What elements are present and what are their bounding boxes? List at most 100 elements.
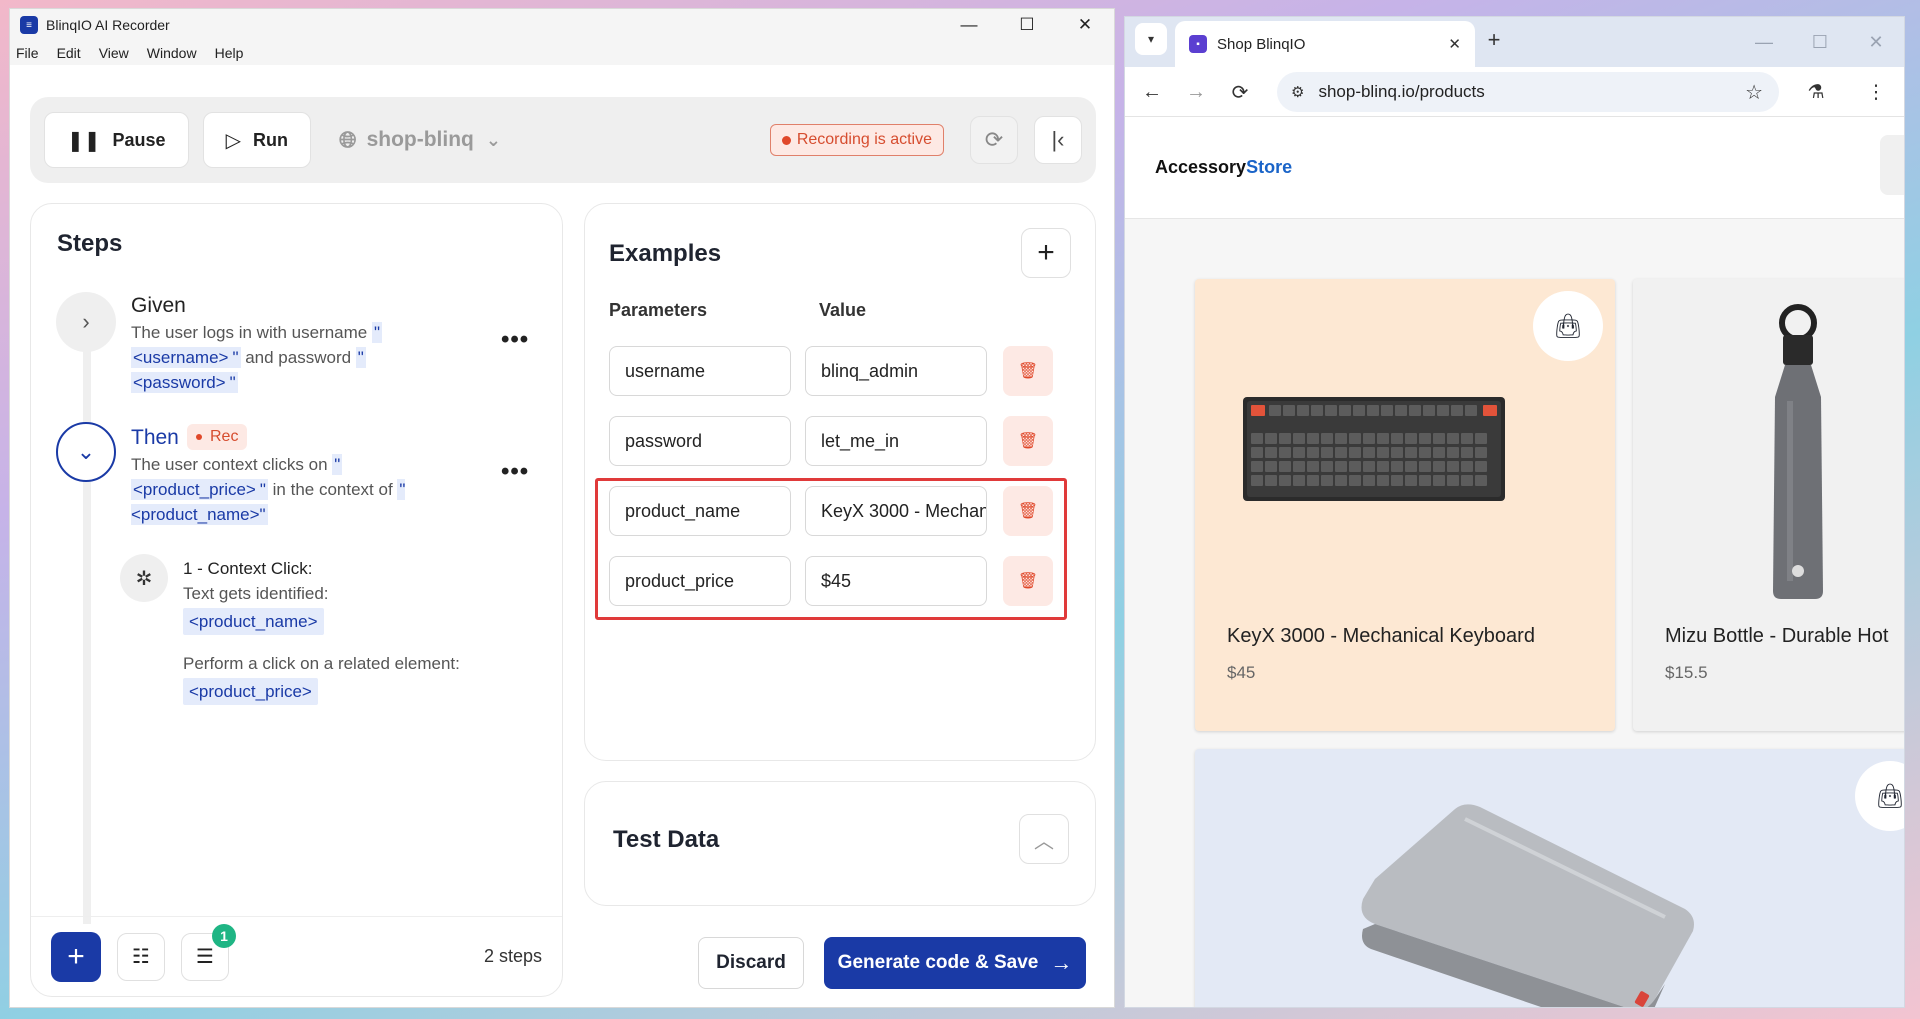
collapse-left-icon: |‹ (1051, 127, 1065, 152)
run-button[interactable]: ▷ Run (202, 112, 311, 168)
chevron-right-icon: › (82, 309, 90, 334)
test-data-panel: Test Data ︿ (584, 781, 1096, 906)
product-card[interactable]: Mizu Bottle - Durable Hot $15.5 (1633, 279, 1904, 731)
refresh-button[interactable]: ⟳ (970, 116, 1018, 164)
shopping-bag-icon: 👜︎ (1874, 782, 1905, 810)
url-text: shop-blinq.io/products (1318, 82, 1485, 101)
recording-dot-icon (781, 135, 791, 145)
menu-window[interactable]: Window (147, 45, 197, 61)
back-icon[interactable]: ← (1137, 77, 1167, 107)
maximize-button[interactable]: ☐ (998, 9, 1056, 41)
refresh-icon: ⟳ (984, 127, 1004, 152)
forward-icon[interactable]: → (1181, 77, 1211, 107)
site-info-icon[interactable]: ⚙ (1291, 83, 1304, 101)
pause-button[interactable]: ❚❚ Pause (44, 112, 189, 168)
browser-close-button[interactable]: ✕ (1848, 17, 1904, 67)
site-logo[interactable]: AccessoryStore (1155, 157, 1292, 178)
steps-footer: + ☷ ☰ 1 2 steps (31, 916, 562, 996)
parameter-field[interactable]: username (609, 346, 791, 396)
menu-file[interactable]: File (16, 45, 39, 61)
product-price[interactable]: $45 (1227, 663, 1255, 683)
recording-status-text: Recording is active (796, 131, 932, 148)
rec-badge: Rec (187, 424, 248, 450)
recording-status-badge: Recording is active (769, 124, 944, 156)
context-click-substep: 1 - Context Click: Text gets identified:… (183, 556, 463, 707)
labs-flask-icon[interactable]: ⚗ (1801, 77, 1831, 107)
value-field[interactable]: let_me_in (805, 416, 987, 466)
tab-search-button[interactable]: ▾ (1135, 23, 1167, 55)
web-page: AccessoryStore 👜︎ KeyX 3000 - Mechanical… (1125, 117, 1904, 1007)
given-expand-button[interactable]: › (56, 292, 116, 352)
minimize-button[interactable]: — (940, 9, 998, 41)
delete-row-button[interactable]: 🗑︎ (1003, 346, 1053, 396)
browser-window: ▾ ▪ Shop BlinqIO ✕ + — ☐ ✕ ← → ⟳ ⚙ shop-… (1124, 16, 1905, 1008)
tab-title: Shop BlinqIO (1217, 35, 1306, 53)
given-step-text[interactable]: The user logs in with username "<usernam… (131, 320, 421, 395)
environment-selector[interactable]: 🌐︎ shop-blinq ⌄ (339, 127, 501, 153)
menu-view[interactable]: View (99, 45, 129, 61)
add-to-cart-button[interactable]: 👜︎ (1533, 291, 1603, 361)
value-header: Value (819, 300, 867, 320)
browser-minimize-button[interactable]: — (1736, 17, 1792, 67)
pause-icon: ❚❚ (67, 129, 101, 152)
trash-icon: 🗑︎ (1017, 433, 1039, 450)
parameters-header: Parameters (609, 300, 708, 320)
plus-icon: + (1037, 236, 1055, 269)
arrow-right-icon: → (1050, 950, 1073, 975)
parameter-field[interactable]: password (609, 416, 791, 466)
rec-badge-label: Rec (210, 428, 239, 445)
recorder-toolbar: ❚❚ Pause ▷ Run 🌐︎ shop-blinq ⌄ Recording… (30, 97, 1096, 183)
chevron-down-icon: ▾ (1147, 32, 1155, 46)
step-list-button[interactable]: ☷ (117, 932, 165, 981)
discard-button[interactable]: Discard (698, 937, 804, 989)
recording-dot-icon (196, 434, 202, 440)
substep-line1: Text gets identified: (183, 584, 329, 603)
then-more-options-button[interactable]: ••• (501, 458, 529, 486)
site-header: AccessoryStore (1125, 117, 1904, 219)
test-data-toggle-button[interactable]: ︿ (1019, 814, 1069, 864)
product-card[interactable]: 👜︎ (1195, 749, 1905, 1007)
add-example-button[interactable]: + (1021, 228, 1071, 278)
step-tree-button[interactable]: ☰ 1 (181, 923, 236, 981)
product-card[interactable]: 👜︎ KeyX 3000 - Mechanical Keyboard $45 (1195, 279, 1615, 731)
product-name[interactable]: KeyX 3000 - Mechanical Keyboard (1227, 625, 1535, 648)
browser-menu-icon[interactable]: ⋮ (1861, 77, 1891, 107)
steps-heading: Steps (57, 230, 123, 257)
then-collapse-button[interactable]: ⌄ (56, 422, 116, 482)
keyboard-image (1243, 397, 1505, 501)
play-icon: ▷ (225, 129, 241, 152)
menu-edit[interactable]: Edit (57, 45, 81, 61)
power-bank-image (1361, 804, 1694, 1007)
add-to-cart-button[interactable]: 👜︎ (1855, 761, 1905, 831)
then-keyword: Then (131, 426, 179, 449)
browser-maximize-button[interactable]: ☐ (1792, 17, 1848, 67)
given-more-options-button[interactable]: ••• (501, 326, 529, 354)
recorder-window: ≡ BlinqIO AI Recorder — ☐ ✕ File Edit Vi… (9, 8, 1115, 1008)
substep-title: 1 - Context Click: (183, 559, 313, 578)
tab-close-icon[interactable]: ✕ (1448, 35, 1461, 53)
generate-label: Generate code & Save (837, 952, 1039, 973)
browser-tab[interactable]: ▪ Shop BlinqIO ✕ (1175, 21, 1475, 67)
new-tab-button[interactable]: + (1479, 25, 1509, 55)
then-step-text[interactable]: The user context clicks on "<product_pri… (131, 452, 421, 527)
url-input[interactable]: ⚙ shop-blinq.io/products ☆ (1277, 72, 1779, 112)
generate-code-save-button[interactable]: Generate code & Save → (824, 937, 1086, 989)
window-titlebar: ≡ BlinqIO AI Recorder — ☐ ✕ (10, 9, 1114, 41)
chevron-up-icon: ︿ (1034, 830, 1054, 853)
add-step-button[interactable]: + (51, 931, 101, 982)
tree-list-icon: ☰ (196, 946, 214, 968)
product-name[interactable]: Mizu Bottle - Durable Hot (1665, 625, 1888, 648)
value-field[interactable]: blinq_admin (805, 346, 987, 396)
test-data-heading: Test Data (613, 826, 720, 853)
delete-row-button[interactable]: 🗑︎ (1003, 416, 1053, 466)
address-bar: ← → ⟳ ⚙ shop-blinq.io/products ☆ ⚗ ⋮ (1125, 67, 1904, 117)
reload-icon[interactable]: ⟳ (1225, 77, 1255, 107)
window-title: BlinqIO AI Recorder (46, 17, 170, 33)
close-button[interactable]: ✕ (1056, 9, 1114, 41)
collapse-panel-button[interactable]: |‹ (1034, 116, 1082, 164)
example-row: username blinq_admin 🗑︎ (609, 346, 1073, 396)
bookmark-star-icon[interactable]: ☆ (1745, 80, 1763, 105)
product-price[interactable]: $15.5 (1665, 663, 1708, 683)
menu-help[interactable]: Help (215, 45, 244, 61)
site-menu-button[interactable] (1880, 135, 1904, 195)
